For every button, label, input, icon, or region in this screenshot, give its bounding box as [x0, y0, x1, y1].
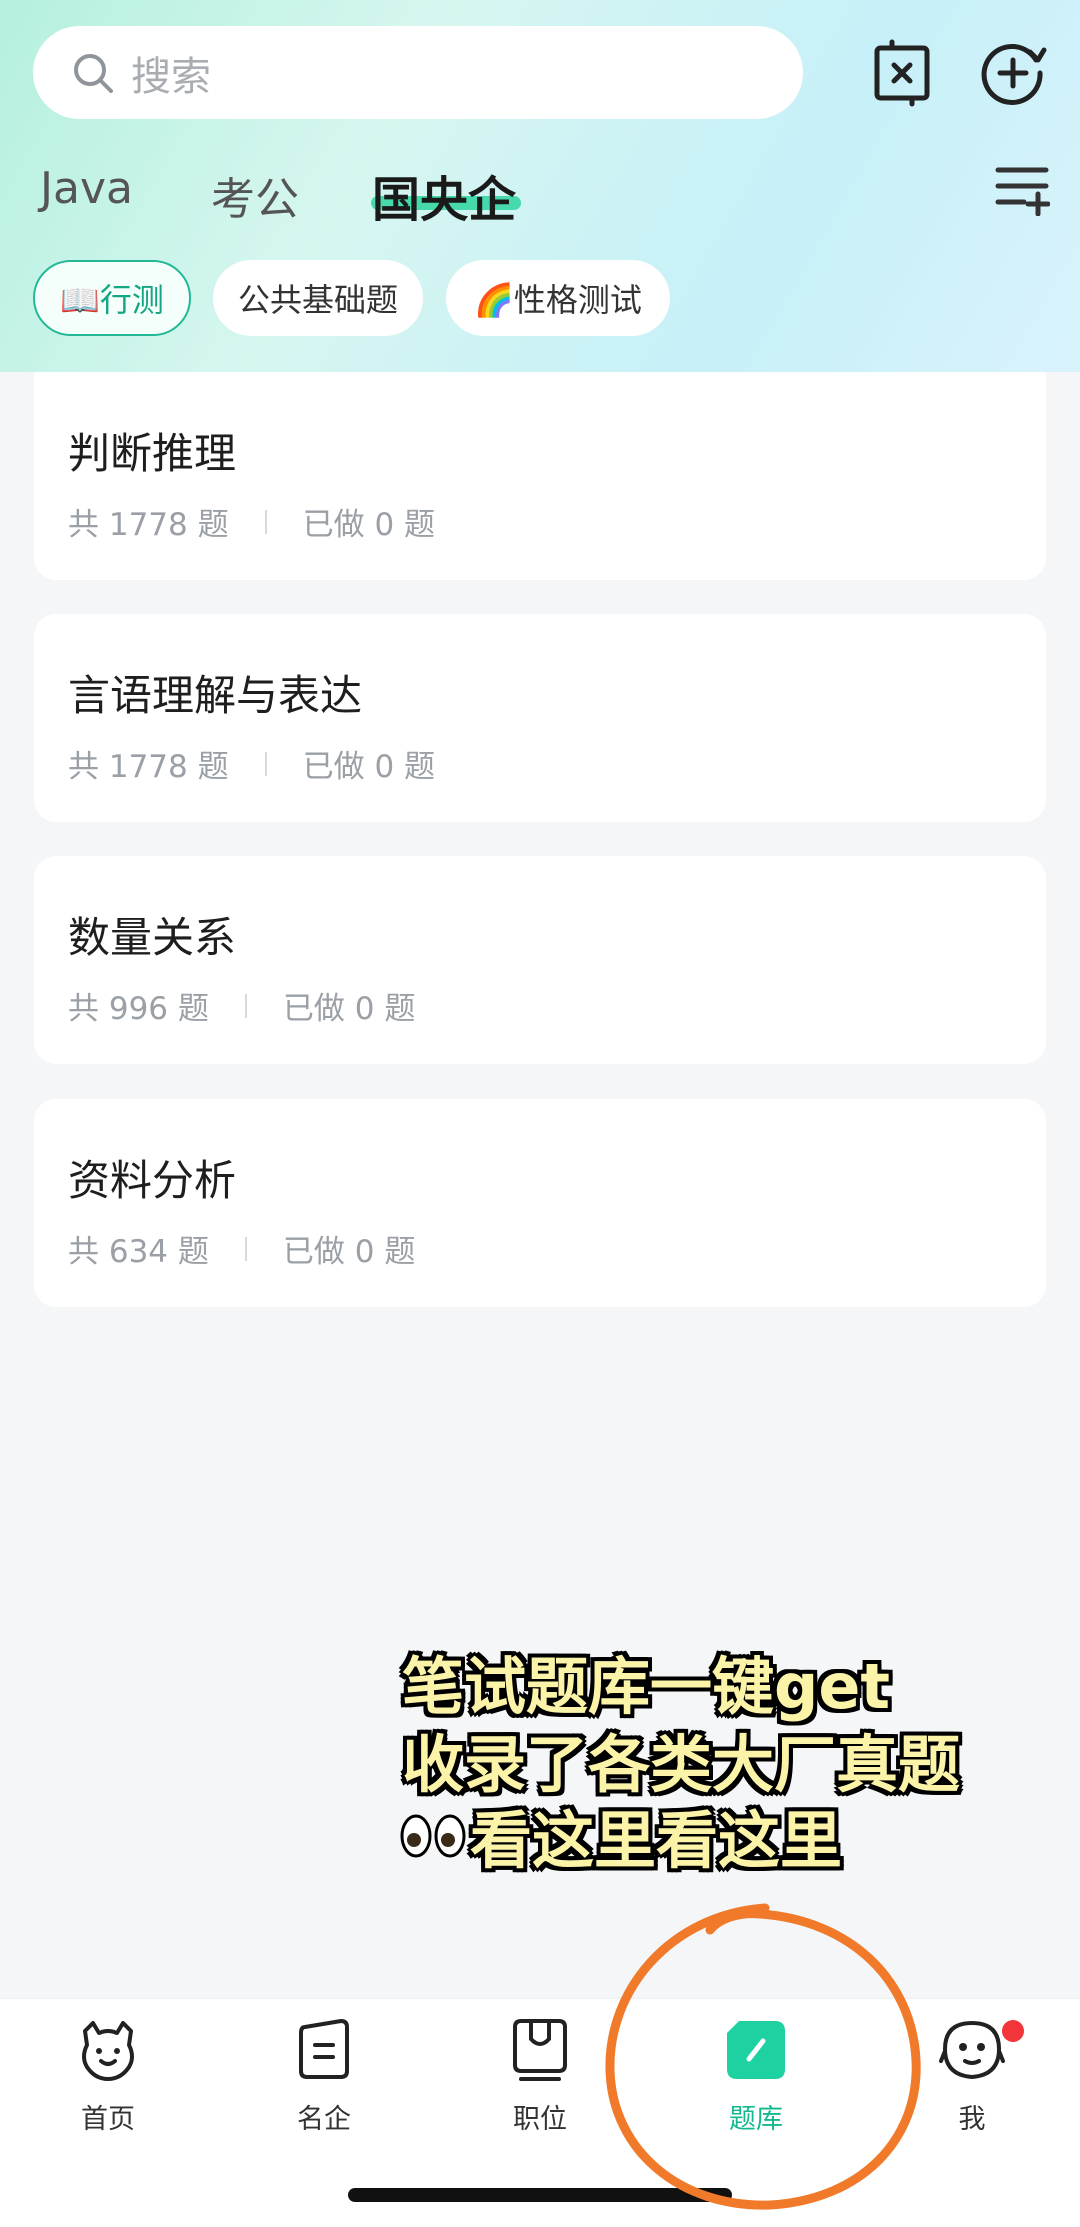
- close-box-icon[interactable]: [867, 38, 937, 108]
- card-title: 数量关系: [68, 913, 237, 962]
- chip-xingce[interactable]: 📖行测: [33, 260, 191, 336]
- home-icon: [82, 2021, 134, 2081]
- nav-home[interactable]: 首页: [48, 2017, 168, 2136]
- company-icon: [299, 2019, 349, 2079]
- search-bar[interactable]: 搜索: [33, 26, 803, 119]
- nav-companies[interactable]: 名企: [264, 2017, 384, 2136]
- question-bank-card[interactable]: 资料分析 共 634 题 已做 0 题: [34, 1099, 1046, 1307]
- card-title: 言语理解与表达: [68, 671, 363, 720]
- divider: [244, 993, 247, 1018]
- divider: [264, 509, 267, 534]
- chip-personality-test[interactable]: 🌈性格测试: [446, 260, 670, 336]
- home-indicator: [348, 2188, 732, 2202]
- card-title: 资料分析: [68, 1156, 237, 1205]
- add-post-icon[interactable]: [978, 38, 1048, 108]
- tab-state-enterprise[interactable]: 国央企: [372, 160, 516, 230]
- manage-tabs-icon[interactable]: [994, 164, 1050, 216]
- divider: [244, 1236, 247, 1261]
- nav-label: 我: [958, 2104, 986, 2135]
- card-title: 判断推理: [68, 429, 237, 478]
- question-bank-card[interactable]: 言语理解与表达 共 1778 题 已做 0 题: [34, 614, 1046, 822]
- card-meta: 共 1778 题 已做 0 题: [68, 741, 435, 786]
- profile-icon: [939, 2020, 1005, 2080]
- search-icon: [74, 53, 113, 93]
- total-count: 共 1778 题: [68, 749, 229, 785]
- card-meta: 共 1778 题 已做 0 题: [68, 499, 435, 544]
- question-bank-card[interactable]: 数量关系 共 996 题 已做 0 题: [34, 856, 1046, 1064]
- total-count: 共 634 题: [68, 1234, 209, 1270]
- search-placeholder: 搜索: [131, 53, 211, 100]
- tab-java[interactable]: Java: [40, 163, 133, 214]
- eyes-icon: [400, 1814, 466, 1858]
- notification-dot: [1002, 2020, 1024, 2042]
- tab-kaogong[interactable]: 考公: [211, 163, 299, 227]
- chip-public-basics[interactable]: 公共基础题: [213, 260, 423, 336]
- job-icon: [513, 2019, 567, 2081]
- nav-question-bank[interactable]: 题库: [696, 2017, 816, 2136]
- total-count: 共 1778 题: [68, 507, 229, 543]
- done-count: 已做 0 题: [302, 749, 436, 785]
- overlay-caption-line3: 看这里看这里: [470, 1804, 843, 1877]
- nav-label: 题库: [729, 2104, 783, 2135]
- nav-jobs[interactable]: 职位: [480, 2017, 600, 2136]
- divider: [264, 751, 267, 776]
- question-bank-card[interactable]: 判断推理 共 1778 题 已做 0 题: [34, 372, 1046, 580]
- card-meta: 共 634 题 已做 0 题: [68, 1226, 415, 1271]
- done-count: 已做 0 题: [282, 991, 416, 1027]
- done-count: 已做 0 题: [282, 1234, 416, 1270]
- nav-label: 职位: [513, 2104, 567, 2135]
- nav-label: 首页: [81, 2104, 135, 2135]
- question-bank-icon: [727, 2021, 785, 2079]
- overlay-caption-line2: 收录了各类大厂真题: [402, 1728, 961, 1801]
- done-count: 已做 0 题: [302, 507, 436, 543]
- nav-label: 名企: [297, 2104, 351, 2135]
- total-count: 共 996 题: [68, 991, 209, 1027]
- card-meta: 共 996 题 已做 0 题: [68, 983, 415, 1028]
- overlay-caption-line1: 笔试题库一键get: [402, 1650, 891, 1723]
